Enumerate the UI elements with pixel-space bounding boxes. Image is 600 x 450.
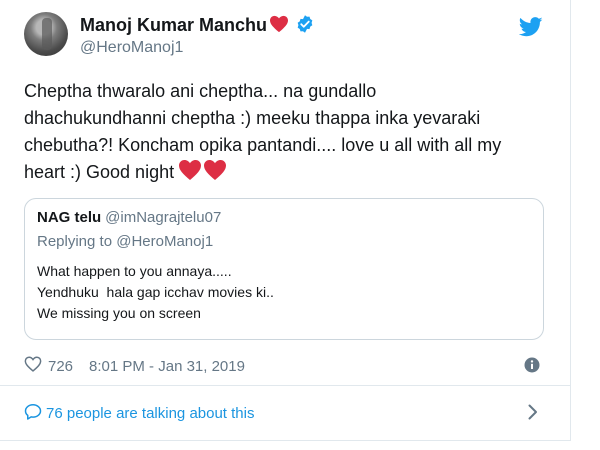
tweet-line: heart :) Good night	[24, 162, 175, 182]
replying-to-prefix: Replying to	[37, 233, 113, 250]
like-count[interactable]: 726	[48, 358, 73, 375]
replying-to-handle[interactable]: @HeroManoj1	[116, 233, 213, 250]
comment-bubble-icon	[24, 403, 42, 424]
quoted-text: What happen to you annaya..... Yendhuku …	[37, 261, 274, 324]
timestamp[interactable]: 8:01 PM - Jan 31, 2019	[89, 358, 245, 375]
info-icon[interactable]	[524, 357, 540, 378]
verified-badge-icon	[295, 14, 315, 39]
tweet-card: Manoj Kumar Manchu @HeroManoj1 Cheptha t…	[0, 0, 571, 441]
quoted-author-name: NAG telu	[37, 209, 102, 226]
avatar[interactable]	[24, 12, 68, 56]
quoted-author-handle: @imNagrajtelu07	[105, 209, 222, 226]
replying-to: Replying to @HeroManoj1	[37, 233, 213, 250]
conversation-link[interactable]: 76 people are talking about this	[24, 403, 254, 424]
quoted-line: What happen to you annaya.....	[37, 263, 232, 279]
divider	[0, 385, 570, 386]
tweet-line-last: heart :) Good night	[24, 159, 544, 189]
conversation-label[interactable]: 76 people are talking about this	[46, 405, 254, 422]
tweet-meta: 726 8:01 PM - Jan 31, 2019	[24, 356, 245, 376]
heart-emoji-icons	[178, 159, 228, 189]
quoted-line: Yendhuku hala gap icchav movies ki..	[37, 284, 274, 300]
tweet-text: Cheptha thwaralo ani cheptha... na gunda…	[24, 78, 544, 189]
chevron-right-icon[interactable]	[527, 404, 539, 425]
tweet-line: chebutha?! Koncham opika pantandi.... lo…	[24, 135, 502, 155]
tweet-line: dhachukundhanni cheptha :) meeku thappa …	[24, 108, 481, 128]
heart-emoji-icon	[269, 15, 289, 38]
quoted-tweet[interactable]: NAG telu @imNagrajtelu07 Replying to @Her…	[24, 198, 544, 340]
heart-icon[interactable]	[24, 356, 42, 376]
tweet-line: Cheptha thwaralo ani cheptha... na gunda…	[24, 81, 377, 101]
author-name[interactable]: Manoj Kumar Manchu	[80, 15, 267, 35]
twitter-bird-icon[interactable]	[518, 17, 543, 42]
author-name-row[interactable]: Manoj Kumar Manchu	[80, 14, 315, 39]
author-handle[interactable]: @HeroManoj1	[80, 39, 183, 57]
quoted-author-row: NAG telu @imNagrajtelu07	[37, 209, 221, 226]
quoted-line: We missing you on screen	[37, 305, 201, 321]
